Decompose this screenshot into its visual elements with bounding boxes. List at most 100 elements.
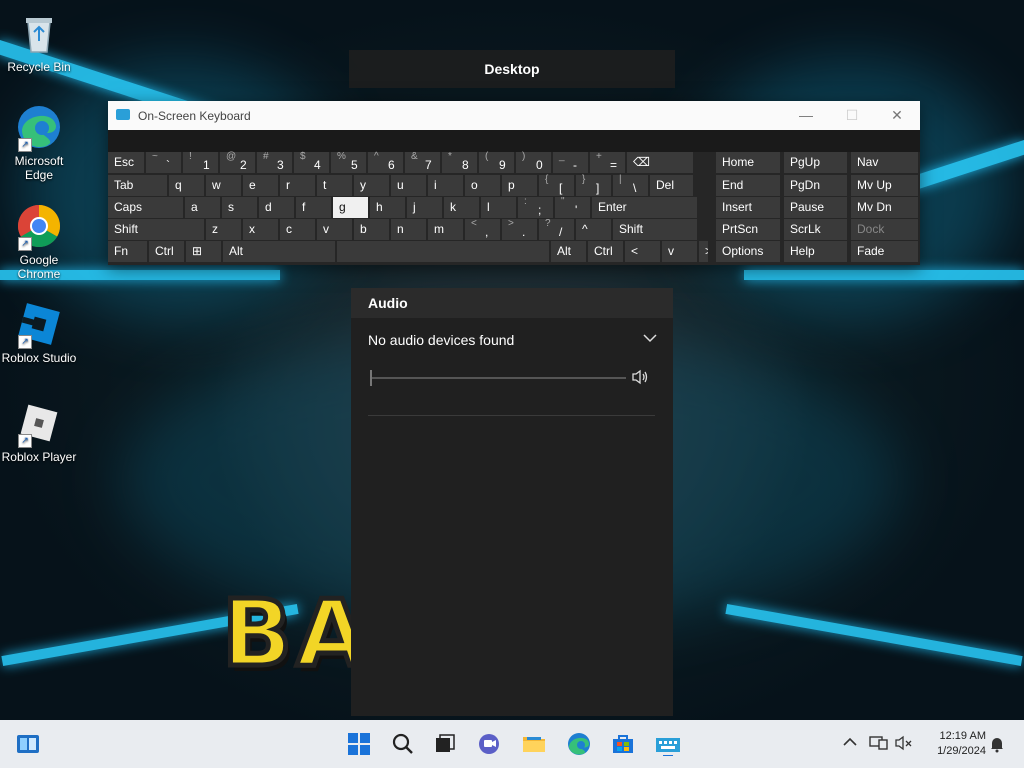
osk-title-bar[interactable]: On-Screen Keyboard — ☐ ✕ (108, 101, 920, 130)
key-y[interactable]: y (354, 175, 389, 196)
start-icon[interactable] (347, 732, 371, 756)
chevron-up-icon[interactable] (843, 734, 857, 750)
chat-icon[interactable] (477, 732, 501, 756)
volume-muted-icon[interactable] (895, 735, 913, 754)
key-Ctrl[interactable]: Ctrl (149, 241, 184, 262)
desktop-icon-recycle-bin[interactable]: Recycle Bin (1, 10, 77, 74)
key-4[interactable]: $4 (294, 151, 329, 173)
key-scrlk[interactable]: ScrLk (784, 219, 847, 240)
key-pgup[interactable]: PgUp (784, 152, 847, 173)
key-fade[interactable]: Fade (851, 241, 918, 262)
key-Caps[interactable]: Caps (108, 197, 183, 218)
key-Fn[interactable]: Fn (108, 241, 147, 262)
key-h[interactable]: h (370, 197, 405, 218)
key-0[interactable]: ) 0 (516, 151, 551, 173)
key-Shift[interactable]: Shift (108, 219, 204, 240)
audio-device-select[interactable]: No audio devices found (368, 332, 514, 348)
key-symbol[interactable]: }] (576, 174, 611, 196)
key-c[interactable]: c (280, 219, 315, 240)
desktop-switcher-label[interactable]: Desktop (349, 50, 675, 88)
key-d[interactable]: d (259, 197, 294, 218)
key-9[interactable]: (9 (479, 151, 514, 173)
key-8[interactable]: * 8 (442, 151, 477, 173)
key-Tab[interactable]: Tab (108, 175, 167, 196)
key-mv-up[interactable]: Mv Up (851, 175, 918, 196)
key-space[interactable] (337, 241, 549, 262)
desktop-icon-chrome[interactable]: ↗ Google Chrome (1, 203, 77, 281)
key-b[interactable]: b (354, 219, 389, 240)
desktop-icon-roblox-player[interactable]: ↗ Roblox Player (1, 400, 77, 464)
key-k[interactable]: k (444, 197, 479, 218)
key-v[interactable]: v (662, 241, 697, 262)
key-symbol[interactable]: ⌫ (627, 152, 693, 173)
key-symbol[interactable]: | \ (613, 174, 648, 196)
key-insert[interactable]: Insert (716, 197, 780, 218)
key-m[interactable]: m (428, 219, 463, 240)
key-symbol[interactable]: :; (518, 196, 553, 218)
volume-slider[interactable] (370, 377, 626, 379)
edge-taskbar-icon[interactable] (567, 732, 591, 756)
key-symbol[interactable]: ~ ` (146, 151, 181, 173)
store-icon[interactable] (611, 732, 635, 756)
key-Alt[interactable]: Alt (223, 241, 335, 262)
key-symbol[interactable]: " ' (555, 196, 590, 218)
key-symbol[interactable]: < (625, 241, 660, 262)
network-icon[interactable] (869, 735, 889, 754)
key-z[interactable]: z (206, 219, 241, 240)
volume-slider-thumb[interactable] (370, 370, 372, 386)
key-l[interactable]: l (481, 197, 516, 218)
desktop-icon-edge[interactable]: ↗ Microsoft Edge (1, 104, 77, 182)
key-Enter[interactable]: Enter (592, 197, 697, 218)
key-6[interactable]: ^ 6 (368, 151, 403, 173)
key-pgdn[interactable]: PgDn (784, 175, 847, 196)
key-e[interactable]: e (243, 175, 278, 196)
key-t[interactable]: t (317, 175, 352, 196)
key-7[interactable]: & 7 (405, 151, 440, 173)
key-home[interactable]: Home (716, 152, 780, 173)
key-symbol[interactable]: >. (502, 218, 537, 240)
key-j[interactable]: j (407, 197, 442, 218)
key-s[interactable]: s (222, 197, 257, 218)
key-p[interactable]: p (502, 175, 537, 196)
on-screen-keyboard-taskbar-icon[interactable] (655, 732, 680, 756)
close-button[interactable]: ✕ (874, 101, 920, 130)
key-symbol[interactable]: ⊞ (186, 241, 221, 262)
key-f[interactable]: f (296, 197, 331, 218)
key-prtscn[interactable]: PrtScn (716, 219, 780, 240)
notification-icon[interactable] (988, 735, 1006, 756)
key-r[interactable]: r (280, 175, 315, 196)
key-dock[interactable]: Dock (851, 219, 918, 240)
key-v[interactable]: v (317, 219, 352, 240)
system-clock[interactable]: 12:19 AM 1/29/2024 (920, 729, 986, 759)
key-q[interactable]: q (169, 175, 204, 196)
key-a[interactable]: a (185, 197, 220, 218)
file-explorer-icon[interactable] (522, 732, 546, 756)
key-2[interactable]: @2 (220, 151, 255, 173)
key-5[interactable]: % 5 (331, 151, 366, 173)
key-symbol[interactable]: {[ (539, 174, 574, 196)
key-x[interactable]: x (243, 219, 278, 240)
key-symbol[interactable]: ? / (539, 218, 574, 240)
key-pause[interactable]: Pause (784, 197, 847, 218)
key-3[interactable]: #3 (257, 151, 292, 173)
key-nav[interactable]: Nav (851, 152, 918, 173)
maximize-button[interactable]: ☐ (829, 101, 875, 130)
chevron-down-icon[interactable] (643, 330, 657, 346)
key-Ctrl[interactable]: Ctrl (588, 241, 623, 262)
key-u[interactable]: u (391, 175, 426, 196)
key-options[interactable]: Options (716, 241, 780, 262)
desktop-icon-roblox-studio[interactable]: ↗ Roblox Studio (1, 301, 77, 365)
speaker-icon[interactable] (632, 369, 650, 388)
key-symbol[interactable]: ^ (576, 219, 611, 240)
key-symbol[interactable]: + = (590, 151, 625, 173)
task-view-icon[interactable] (433, 732, 457, 756)
key-symbol[interactable]: <, (465, 218, 500, 240)
key-n[interactable]: n (391, 219, 426, 240)
key-Esc[interactable]: Esc (108, 152, 144, 173)
key-mv-dn[interactable]: Mv Dn (851, 197, 918, 218)
key-symbol[interactable]: _ - (553, 151, 588, 173)
search-icon[interactable] (391, 732, 415, 756)
key-g[interactable]: g (333, 197, 368, 218)
key-Del[interactable]: Del (650, 175, 693, 196)
key-Shift[interactable]: Shift (613, 219, 697, 240)
